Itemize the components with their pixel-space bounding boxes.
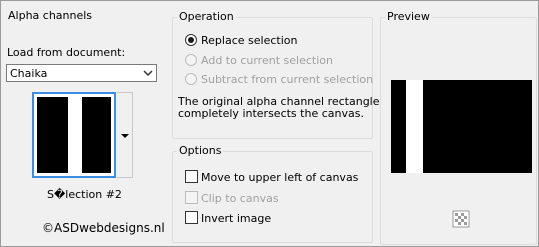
alpha-channels-title: Alpha channels xyxy=(6,9,95,23)
add-to-selection-radio[interactable] xyxy=(185,54,197,66)
document-select-value: Chaika xyxy=(10,67,48,80)
replace-selection-radio[interactable] xyxy=(185,34,197,46)
chevron-down-icon xyxy=(143,70,153,77)
selection-thumbnail-dropdown[interactable] xyxy=(117,92,133,178)
subtract-from-selection-radio[interactable] xyxy=(185,73,197,85)
operation-note-line2: completely intersects the canvas. xyxy=(178,107,364,120)
move-to-upper-left-label[interactable]: Move to upper left of canvas xyxy=(201,171,358,184)
invert-image-label[interactable]: Invert image xyxy=(201,212,271,225)
selection-thumbnail-image xyxy=(37,97,111,173)
clip-to-canvas-checkbox[interactable] xyxy=(185,191,198,204)
preview-bar xyxy=(406,80,423,173)
move-to-upper-left-checkbox[interactable] xyxy=(185,170,198,183)
preview-title: Preview xyxy=(385,10,432,24)
load-from-document-label: Load from document: xyxy=(7,46,126,59)
document-select[interactable]: Chaika xyxy=(6,64,157,82)
subtract-from-selection-label[interactable]: Subtract from current selection xyxy=(201,73,373,86)
copyright-text: ©ASDwebdesigns.nl xyxy=(42,221,165,235)
selection-name: S�lection #2 xyxy=(47,188,122,201)
radio-selected-dot xyxy=(188,37,194,43)
options-title: Options xyxy=(177,144,224,158)
selection-thumbnail[interactable] xyxy=(32,92,116,178)
operation-title: Operation xyxy=(177,10,236,24)
invert-image-checkbox[interactable] xyxy=(185,211,198,224)
preview-image xyxy=(391,80,532,173)
alpha-channels-dialog: Alpha channels Load from document: Chaik… xyxy=(0,0,539,247)
transparency-grid-icon[interactable] xyxy=(452,210,470,228)
triangle-down-icon xyxy=(121,134,129,138)
clip-to-canvas-label[interactable]: Clip to canvas xyxy=(201,192,279,205)
add-to-selection-label[interactable]: Add to current selection xyxy=(201,54,333,67)
selection-thumbnail-bar xyxy=(68,97,82,173)
replace-selection-label[interactable]: Replace selection xyxy=(201,34,297,47)
